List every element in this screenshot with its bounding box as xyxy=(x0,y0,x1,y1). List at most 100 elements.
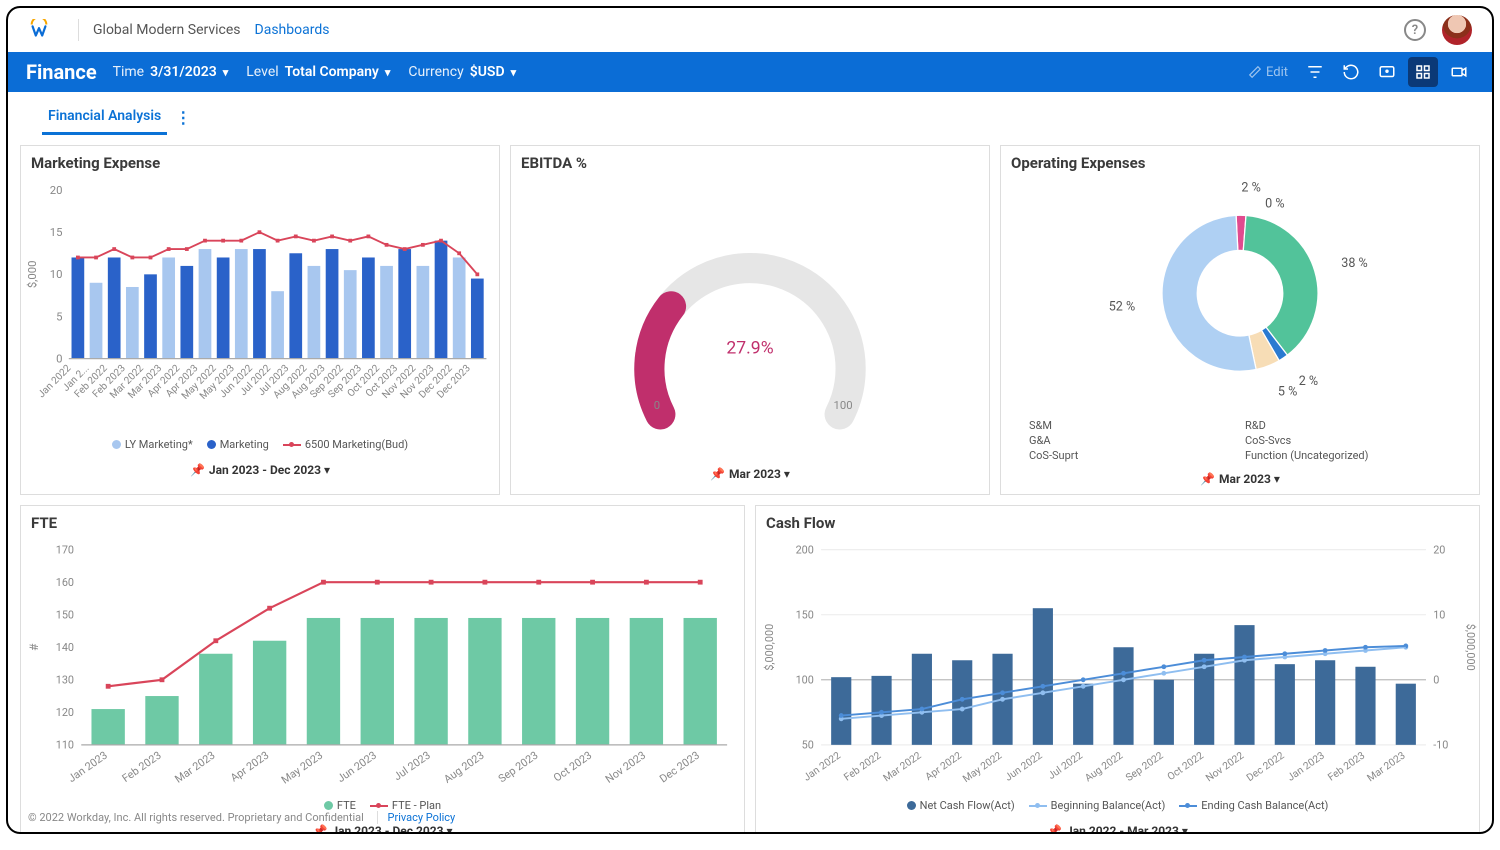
svg-text:10: 10 xyxy=(50,267,63,281)
svg-text:Feb 2023: Feb 2023 xyxy=(1325,748,1367,783)
pin-icon: 📌 xyxy=(312,824,327,834)
page-title: Finance xyxy=(26,60,97,84)
level-label: Level xyxy=(246,64,278,80)
time-picker[interactable]: 3/31/2023▾ xyxy=(150,64,228,80)
svg-text:150: 150 xyxy=(796,608,814,621)
svg-text:May 2022: May 2022 xyxy=(960,748,1004,784)
svg-text:Jul 2023: Jul 2023 xyxy=(391,748,433,783)
svg-text:100: 100 xyxy=(834,398,853,412)
time-range[interactable]: 📌Jan 2023 - Dec 2023 ▾ xyxy=(21,457,499,485)
card-title: Marketing Expense xyxy=(21,146,499,180)
svg-text:Dec 2023: Dec 2023 xyxy=(657,748,702,785)
svg-text:2 %: 2 % xyxy=(1299,374,1318,389)
svg-text:110: 110 xyxy=(56,738,74,751)
svg-text:-10: -10 xyxy=(1433,738,1448,751)
card-title: EBITDA % xyxy=(511,146,989,180)
avatar[interactable] xyxy=(1442,15,1472,45)
card-title: FTE xyxy=(21,506,744,540)
svg-text:52 %: 52 % xyxy=(1109,300,1135,315)
card-cash-flow: Cash Flow 50100150200-1001020$,000,000$,… xyxy=(755,505,1480,834)
legend-item: G&A xyxy=(1029,434,1235,447)
card-marketing-expense: Marketing Expense 05101520$,000Jan 2022J… xyxy=(20,145,500,495)
svg-text:200: 200 xyxy=(796,543,814,556)
svg-text:Feb 2023: Feb 2023 xyxy=(120,748,164,784)
svg-text:170: 170 xyxy=(56,543,74,556)
workday-logo-icon xyxy=(28,19,50,41)
legend-item: Beginning Balance(Act) xyxy=(1029,799,1166,812)
svg-text:Mar 2022: Mar 2022 xyxy=(880,748,923,784)
svg-text:Oct 2023: Oct 2023 xyxy=(551,748,594,784)
card-title: Operating Expenses xyxy=(1001,146,1479,180)
footer: © 2022 Workday, Inc. All rights reserved… xyxy=(28,811,455,824)
card-ebitda: EBITDA % 27.9% 0 100 📌Mar 2023 ▾ xyxy=(510,145,990,495)
svg-text:27.9%: 27.9% xyxy=(726,339,773,359)
svg-text:0 %: 0 % xyxy=(1265,197,1284,212)
refresh-icon[interactable] xyxy=(1336,57,1366,87)
privacy-link[interactable]: Privacy Policy xyxy=(377,811,456,824)
legend-item: Ending Cash Balance(Act) xyxy=(1179,799,1328,812)
svg-text:Oct 2022: Oct 2022 xyxy=(1165,748,1206,782)
tab-menu-icon[interactable]: ⋮ xyxy=(175,108,191,127)
card-operating-expenses: Operating Expenses 2 %0 %38 %2 %5 %52 % … xyxy=(1000,145,1480,495)
svg-text:Sep 2023: Sep 2023 xyxy=(496,748,541,785)
chart-fte[interactable]: 110120130140150160170#Jan 2023Feb 2023Ma… xyxy=(21,540,744,793)
pin-icon: 📌 xyxy=(1200,472,1215,486)
help-icon[interactable]: ? xyxy=(1404,19,1426,41)
svg-text:150: 150 xyxy=(56,608,74,621)
time-range[interactable]: 📌Jan 2022 - Mar 2023 ▾ xyxy=(756,818,1479,834)
legend-item: Net Cash Flow(Act) xyxy=(907,799,1015,812)
svg-text:2 %: 2 % xyxy=(1241,180,1260,195)
svg-text:20: 20 xyxy=(1433,543,1445,556)
card-title: Cash Flow xyxy=(756,506,1479,540)
tab-financial-analysis[interactable]: Financial Analysis xyxy=(42,100,167,135)
filter-icon[interactable] xyxy=(1300,57,1330,87)
video-icon[interactable] xyxy=(1444,57,1474,87)
chart-cash[interactable]: 50100150200-1001020$,000,000$,000,000Jan… xyxy=(756,540,1479,793)
svg-text:5: 5 xyxy=(56,309,62,323)
edit-button[interactable]: Edit xyxy=(1248,65,1288,80)
grid-view-icon[interactable] xyxy=(1408,57,1438,87)
svg-text:5 %: 5 % xyxy=(1278,385,1297,400)
svg-text:Feb 2022: Feb 2022 xyxy=(841,748,883,783)
svg-text:Sep 2022: Sep 2022 xyxy=(1123,748,1166,783)
chart-opex[interactable]: 2 %0 %38 %2 %5 %52 % xyxy=(1001,180,1479,413)
svg-text:130: 130 xyxy=(56,673,74,686)
svg-text:Jan 2023: Jan 2023 xyxy=(1285,748,1327,783)
svg-text:20: 20 xyxy=(50,183,63,197)
svg-text:$,000: $,000 xyxy=(25,261,39,289)
chart-marketing[interactable]: 05101520$,000Jan 2022Jan 2...Feb 2022Feb… xyxy=(21,180,499,432)
currency-picker[interactable]: $USD▾ xyxy=(470,64,516,80)
legend-item: FTE xyxy=(324,799,356,812)
svg-text:10: 10 xyxy=(1433,608,1445,621)
chevron-down-icon: ▾ xyxy=(511,66,517,79)
chevron-down-icon: ▾ xyxy=(447,824,453,834)
svg-text:0: 0 xyxy=(654,398,660,412)
chevron-down-icon: ▾ xyxy=(1182,824,1188,834)
currency-label: Currency xyxy=(408,64,463,80)
svg-text:0: 0 xyxy=(56,351,62,365)
pin-icon: 📌 xyxy=(190,463,205,477)
time-range[interactable]: 📌Mar 2023 ▾ xyxy=(1001,466,1479,494)
org-name: Global Modern Services xyxy=(93,22,241,38)
svg-text:Apr 2023: Apr 2023 xyxy=(228,748,271,784)
chart-ebitda[interactable]: 27.9% 0 100 xyxy=(511,180,989,457)
divider xyxy=(78,19,79,41)
svg-text:160: 160 xyxy=(56,575,74,588)
svg-text:38 %: 38 % xyxy=(1341,256,1367,271)
svg-text:Aug 2023: Aug 2023 xyxy=(441,748,486,785)
legend-item: CoS-Svcs xyxy=(1245,434,1451,447)
legend-item: LY Marketing* xyxy=(112,438,193,451)
svg-text:Dec 2022: Dec 2022 xyxy=(1244,748,1287,783)
svg-text:#: # xyxy=(27,643,41,651)
svg-text:Jun 2023: Jun 2023 xyxy=(335,748,379,784)
chevron-down-icon: ▾ xyxy=(324,463,330,477)
legend-item: FTE - Plan xyxy=(370,799,441,812)
breadcrumb-dashboards[interactable]: Dashboards xyxy=(255,22,330,38)
svg-text:0: 0 xyxy=(1433,673,1439,686)
level-picker[interactable]: Total Company▾ xyxy=(285,64,391,80)
time-range[interactable]: 📌Mar 2023 ▾ xyxy=(511,461,989,489)
present-icon[interactable] xyxy=(1372,57,1402,87)
legend-item: 6500 Marketing(Bud) xyxy=(283,438,408,451)
svg-text:Mar 2023: Mar 2023 xyxy=(1364,748,1407,784)
chevron-down-icon: ▾ xyxy=(784,467,790,481)
